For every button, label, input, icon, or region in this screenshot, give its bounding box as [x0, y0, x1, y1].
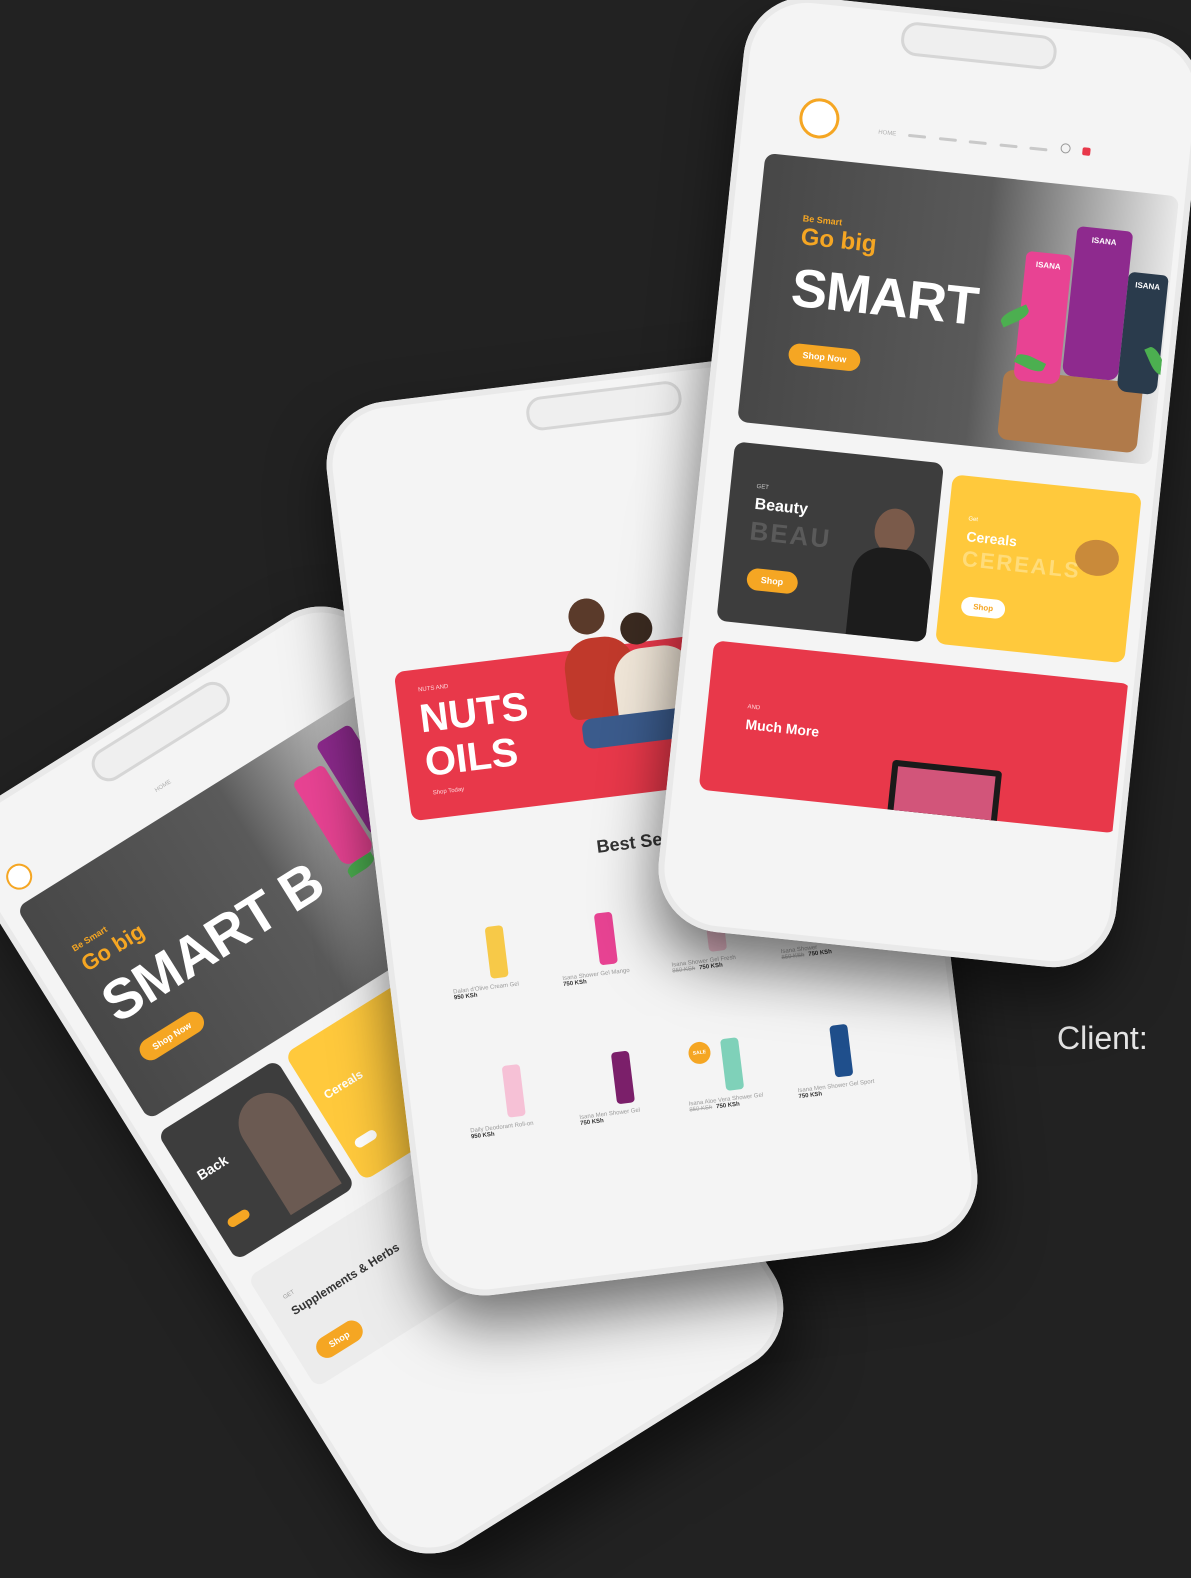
beauty-shop-button[interactable]: Shop — [745, 567, 799, 595]
cereals-ghost-text: CEREALS — [960, 545, 1082, 584]
sale-badge: SALE — [687, 1040, 712, 1066]
nav-link[interactable] — [999, 143, 1018, 149]
hero-headline: Go big — [799, 223, 878, 259]
nav-link[interactable] — [968, 140, 988, 146]
product-card[interactable]: Isana Men Shower Gel Sport 750 KSh — [790, 1015, 894, 1100]
product-image — [829, 1023, 854, 1078]
client-label: Client: — [1057, 1020, 1148, 1056]
logo-icon — [797, 96, 842, 141]
much-more-banner: AND Much More — [698, 640, 1132, 834]
search-icon[interactable] — [1059, 142, 1071, 154]
cereals-card: Get Cereals CEREALS Shop — [935, 474, 1142, 664]
product-card[interactable]: Isana Men Shower Gel 750 KSh — [572, 1042, 676, 1127]
cart-icon[interactable] — [1082, 147, 1091, 156]
cereals-eyebrow: Get — [968, 516, 979, 524]
nav-home-link[interactable]: HOME — [878, 130, 897, 138]
phone-notch — [899, 20, 1059, 71]
old-price: 850 KSh — [689, 1104, 713, 1114]
product-image — [610, 1050, 636, 1105]
supplements-shop-button[interactable]: Shop — [312, 1316, 367, 1363]
old-price: 850 KSh — [672, 965, 696, 975]
model-photo — [845, 485, 941, 643]
product-image — [501, 1063, 526, 1118]
beauty-title: Back — [193, 1151, 231, 1184]
nav-home-link[interactable]: HOME — [154, 779, 172, 794]
product-card[interactable]: Daily Deodorant Roll-on 950 KSh — [462, 1055, 566, 1140]
hero-banner: Be Smart Go big SMART Shop Now ISANA ISA… — [737, 153, 1180, 466]
beauty-shop-button[interactable] — [225, 1207, 252, 1229]
supplements-title: Supplements & Herbs — [288, 1240, 402, 1318]
cereals-shop-button[interactable] — [352, 1128, 379, 1150]
product-card[interactable]: Isana Shower Gel Mango 750 KSh — [555, 903, 659, 988]
phone-notch — [524, 379, 684, 433]
logo-icon — [1, 858, 38, 895]
product-card[interactable]: SALE Isana Aloe Vera Shower Gel 850 KSh 7… — [681, 1028, 785, 1114]
more-eyebrow: AND — [747, 704, 761, 712]
supplements-eyebrow: GET — [282, 1289, 296, 1302]
promo-tag: Shop Today — [432, 786, 465, 797]
product-image — [719, 1037, 745, 1091]
top-nav: HOME — [878, 121, 1100, 162]
nav-link[interactable] — [908, 133, 927, 139]
monitor-image — [886, 759, 1003, 831]
beauty-eyebrow: GET — [756, 483, 770, 492]
cereals-shop-button[interactable]: Shop — [960, 595, 1007, 620]
phone-front-screen: HOME Be Smart Go big SMART Shop Now ISAN… — [667, 51, 1190, 948]
nav-link[interactable] — [938, 137, 957, 142]
cereals-title: Cereals — [321, 1067, 366, 1102]
more-title: Much More — [744, 716, 821, 740]
nav-link[interactable] — [1029, 146, 1048, 152]
hero-big-word: SMART — [788, 257, 981, 337]
product-card[interactable]: Dalan d'Olive Cream Gel 950 KSh — [445, 916, 549, 1001]
promo-eyebrow: NUTS AND — [417, 683, 449, 694]
beauty-ghost-text: BEAU — [748, 515, 833, 554]
product-image — [484, 924, 509, 979]
beauty-card: GET Beauty BEAU Shop — [716, 441, 945, 643]
shop-now-button[interactable]: Shop Now — [787, 342, 862, 372]
phone-front: HOME Be Smart Go big SMART Shop Now ISAN… — [652, 0, 1191, 974]
product-image — [593, 911, 618, 966]
old-price: 850 KSh — [781, 952, 805, 962]
